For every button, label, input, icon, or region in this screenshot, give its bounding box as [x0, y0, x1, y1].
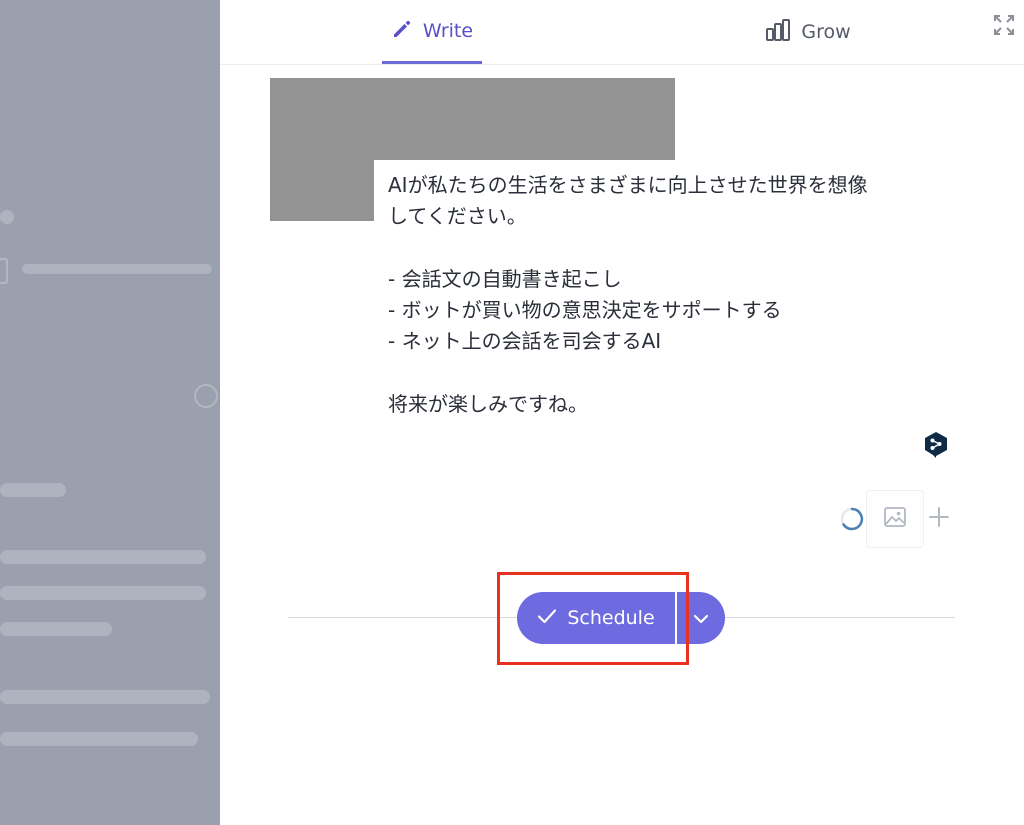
tab-write-label: Write — [422, 19, 474, 42]
expand-icon[interactable] — [992, 13, 1016, 37]
tab-grow-label: Grow — [801, 21, 851, 43]
loading-spinner-icon — [838, 505, 866, 533]
add-image-button[interactable] — [866, 490, 924, 548]
post-line: - ネット上の会話を司会するAI — [388, 329, 662, 353]
tab-write[interactable]: Write — [382, 0, 482, 64]
ghost-icon — [194, 384, 218, 408]
schedule-label: Schedule — [567, 607, 655, 629]
tab-bar: Write Grow — [220, 0, 1024, 65]
post-line: - 会話文の自動書き起こし — [388, 267, 622, 291]
post-line — [388, 357, 968, 389]
add-button[interactable] — [924, 504, 954, 534]
post-text[interactable]: AIが私たちの生活をさまざまに向上させた世界を想像 してください。 - 会話文の… — [388, 170, 968, 420]
post-line: 将来が楽しみですね。 — [388, 392, 588, 416]
chevron-down-icon — [693, 609, 709, 628]
ghost-text — [0, 690, 210, 704]
bar-chart-icon — [765, 18, 791, 47]
ghost-text — [22, 264, 212, 274]
schedule-options-button[interactable] — [677, 592, 725, 644]
ghost-text — [0, 732, 198, 746]
post-line: - ボットが買い物の意思決定をサポートする — [388, 298, 782, 322]
blurred-background — [0, 0, 220, 825]
ghost-text — [0, 210, 14, 224]
tab-grow[interactable]: Grow — [758, 0, 858, 64]
post-line: してください。 — [388, 204, 527, 228]
pencil-icon — [391, 17, 413, 44]
app-window: Write Grow AIが私たちの生活をさまざまに向上させた世界を想像 してく… — [0, 0, 1024, 825]
check-icon — [537, 607, 557, 629]
deepl-icon[interactable] — [923, 431, 949, 459]
ghost-text — [0, 483, 66, 497]
image-icon — [883, 506, 907, 532]
ghost-text — [0, 586, 206, 600]
ghost-checkbox — [0, 258, 8, 284]
post-line: AIが私たちの生活をさまざまに向上させた世界を想像 — [388, 173, 868, 197]
schedule-split-button: Schedule — [517, 592, 725, 644]
compose-panel: Write Grow AIが私たちの生活をさまざまに向上させた世界を想像 してく… — [220, 0, 1024, 825]
redacted-block — [270, 138, 374, 221]
plus-icon — [928, 506, 950, 532]
ghost-text — [0, 550, 206, 564]
schedule-button[interactable]: Schedule — [517, 592, 677, 644]
post-line — [388, 232, 968, 264]
ghost-text — [0, 622, 112, 636]
